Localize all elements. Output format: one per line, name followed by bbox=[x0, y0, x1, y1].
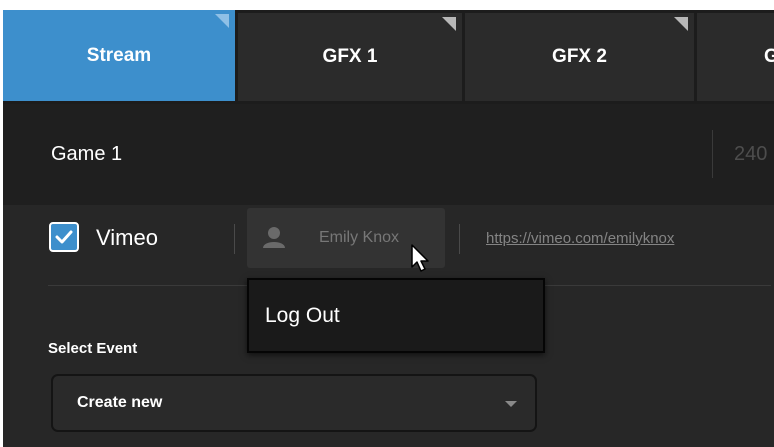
select-event-label: Select Event bbox=[48, 340, 138, 357]
event-select[interactable]: Create new bbox=[51, 374, 537, 432]
tab-bar: Stream GFX 1 GFX 2 G bbox=[3, 10, 774, 104]
divider bbox=[459, 224, 460, 254]
account-name: Emily Knox bbox=[319, 229, 400, 246]
caret-down-icon bbox=[505, 401, 517, 407]
mouse-pointer-icon bbox=[411, 244, 429, 272]
tab-label: G bbox=[764, 46, 774, 67]
tab-label: GFX 1 bbox=[322, 46, 378, 67]
game-name: Game 1 bbox=[51, 143, 123, 165]
vimeo-enable-checkbox[interactable] bbox=[49, 222, 79, 252]
user-icon bbox=[263, 227, 285, 248]
platform-label: Vimeo bbox=[96, 225, 158, 250]
resolution-value: 240 bbox=[734, 143, 768, 165]
check-icon bbox=[55, 230, 73, 244]
tab-overflow[interactable]: G bbox=[697, 13, 774, 101]
channel-link[interactable]: https://vimeo.com/emilyknox bbox=[486, 222, 674, 254]
tab-corner-icon bbox=[215, 14, 229, 28]
stream-header: Game 1 240 bbox=[3, 104, 774, 205]
log-out-menu-item[interactable]: Log Out bbox=[265, 280, 340, 351]
tab-label: GFX 2 bbox=[552, 46, 607, 67]
tab-stream[interactable]: Stream bbox=[3, 10, 235, 101]
tab-corner-icon bbox=[674, 17, 688, 31]
divider bbox=[234, 224, 235, 254]
header-divider bbox=[712, 130, 713, 178]
tab-label: Stream bbox=[86, 44, 152, 66]
event-select-value: Create new bbox=[77, 394, 163, 411]
account-menu: Log Out bbox=[247, 278, 545, 353]
tab-gfx-2[interactable]: GFX 2 bbox=[465, 13, 694, 101]
tab-gfx-1[interactable]: GFX 1 bbox=[238, 13, 462, 101]
tab-corner-icon bbox=[442, 17, 456, 31]
